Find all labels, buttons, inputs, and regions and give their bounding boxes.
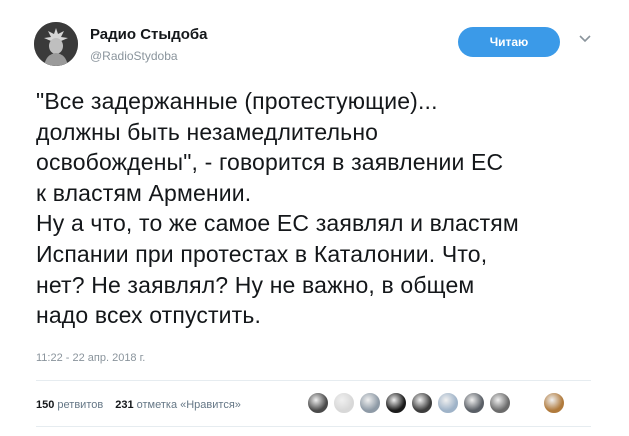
liker-avatar-8[interactable] [489,392,511,414]
divider [36,426,591,427]
likes-count: 231 [115,399,134,411]
likes-stat[interactable]: 231 отметка «Нравится» [115,399,241,411]
author-handle[interactable]: @RadioStydoba [90,49,178,63]
liker-avatar-9[interactable] [543,392,565,414]
liker-avatar-2[interactable] [333,392,355,414]
liker-avatar-3[interactable] [359,392,381,414]
engagement-stats: 150 ретвитов 231 отметка «Нравится» [36,399,241,411]
liker-avatar-1[interactable] [307,392,329,414]
liker-avatar-5[interactable] [411,392,433,414]
retweets-count: 150 [36,399,55,411]
author-name[interactable]: Радио Стыдоба [90,26,208,43]
liker-avatar-4[interactable] [385,392,407,414]
tweet-timestamp[interactable]: 11:22 - 22 апр. 2018 г. [36,352,145,364]
statue-avatar-icon[interactable] [34,22,78,66]
chevron-down-icon[interactable] [578,34,592,44]
following-button[interactable]: Читаю [458,27,560,57]
likes-label: отметка «Нравится» [136,399,241,411]
retweets-label: ретвитов [57,399,104,411]
liker-avatar-7[interactable] [463,392,485,414]
divider [36,380,591,381]
retweets-stat[interactable]: 150 ретвитов [36,399,103,411]
tweet-text: "Все задержанные (протестующие)... должн… [36,88,519,329]
liker-avatar-6[interactable] [437,392,459,414]
